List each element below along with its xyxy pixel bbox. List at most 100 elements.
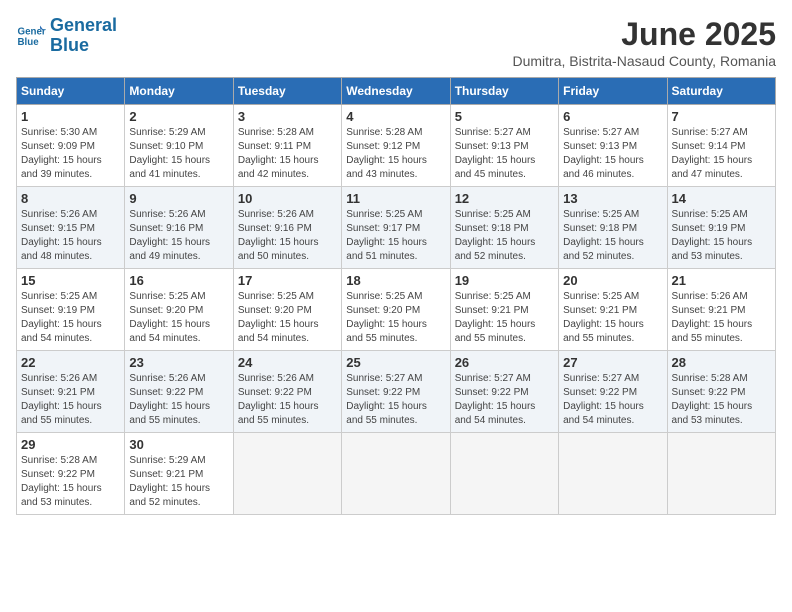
day-info: Sunrise: 5:26 AM Sunset: 9:21 PM Dayligh… xyxy=(672,290,771,346)
day-info: Sunrise: 5:25 AM Sunset: 9:18 PM Dayligh… xyxy=(563,208,662,264)
calendar-day-cell: 6 Sunrise: 5:27 AM Sunset: 9:13 PM Daylig… xyxy=(559,105,667,187)
day-info: Sunrise: 5:25 AM Sunset: 9:21 PM Dayligh… xyxy=(563,290,662,346)
header-day-thursday: Thursday xyxy=(450,78,558,105)
day-number: 22 xyxy=(21,355,120,370)
calendar-day-cell: 5 Sunrise: 5:27 AM Sunset: 9:13 PM Daylig… xyxy=(450,105,558,187)
calendar-day-cell: 18 Sunrise: 5:25 AM Sunset: 9:20 PM Dayli… xyxy=(342,269,450,351)
empty-day-cell xyxy=(667,433,775,515)
calendar-day-cell: 23Sunrise: 5:26 AM Sunset: 9:22 PM Dayli… xyxy=(125,351,233,433)
empty-day-cell xyxy=(233,433,341,515)
day-number: 30 xyxy=(129,437,228,452)
calendar-day-cell: 11Sunrise: 5:25 AM Sunset: 9:17 PM Dayli… xyxy=(342,187,450,269)
calendar-day-cell: 10 Sunrise: 5:26 AM Sunset: 9:16 PM Dayli… xyxy=(233,187,341,269)
day-info: Sunrise: 5:27 AM Sunset: 9:22 PM Dayligh… xyxy=(346,372,445,428)
day-number: 11 xyxy=(346,191,445,206)
header-day-friday: Friday xyxy=(559,78,667,105)
calendar-day-cell: 28 Sunrise: 5:28 AM Sunset: 9:22 PM Dayli… xyxy=(667,351,775,433)
day-info: Sunrise: 5:25 AM Sunset: 9:18 PM Dayligh… xyxy=(455,208,554,264)
logo-icon: General Blue xyxy=(16,21,46,51)
day-info: Sunrise: 5:26 AM Sunset: 9:22 PM Dayligh… xyxy=(238,372,337,428)
day-number: 23 xyxy=(129,355,228,370)
day-number: 5 xyxy=(455,109,554,124)
calendar-day-cell: 25 Sunrise: 5:27 AM Sunset: 9:22 PM Dayli… xyxy=(342,351,450,433)
calendar-day-cell: 7 Sunrise: 5:27 AM Sunset: 9:14 PM Daylig… xyxy=(667,105,775,187)
calendar-day-cell: 14Sunrise: 5:25 AM Sunset: 9:19 PM Dayli… xyxy=(667,187,775,269)
calendar-day-cell: 17Sunrise: 5:25 AM Sunset: 9:20 PM Dayli… xyxy=(233,269,341,351)
day-number: 10 xyxy=(238,191,337,206)
day-info: Sunrise: 5:27 AM Sunset: 9:13 PM Dayligh… xyxy=(455,126,554,182)
day-info: Sunrise: 5:28 AM Sunset: 9:12 PM Dayligh… xyxy=(346,126,445,182)
calendar-day-cell: 4 Sunrise: 5:28 AM Sunset: 9:12 PM Daylig… xyxy=(342,105,450,187)
day-info: Sunrise: 5:27 AM Sunset: 9:22 PM Dayligh… xyxy=(455,372,554,428)
calendar-week-row: 29 Sunrise: 5:28 AM Sunset: 9:22 PM Dayli… xyxy=(17,433,776,515)
svg-text:Blue: Blue xyxy=(18,37,40,48)
day-number: 15 xyxy=(21,273,120,288)
day-number: 20 xyxy=(563,273,662,288)
header-day-sunday: Sunday xyxy=(17,78,125,105)
day-number: 26 xyxy=(455,355,554,370)
day-info: Sunrise: 5:28 AM Sunset: 9:22 PM Dayligh… xyxy=(672,372,771,428)
day-info: Sunrise: 5:27 AM Sunset: 9:14 PM Dayligh… xyxy=(672,126,771,182)
header-day-monday: Monday xyxy=(125,78,233,105)
month-year-title: June 2025 xyxy=(512,16,776,53)
day-number: 29 xyxy=(21,437,120,452)
empty-day-cell xyxy=(342,433,450,515)
day-info: Sunrise: 5:26 AM Sunset: 9:21 PM Dayligh… xyxy=(21,372,120,428)
header-day-saturday: Saturday xyxy=(667,78,775,105)
calendar-day-cell: 27 Sunrise: 5:27 AM Sunset: 9:22 PM Dayli… xyxy=(559,351,667,433)
day-number: 19 xyxy=(455,273,554,288)
day-info: Sunrise: 5:29 AM Sunset: 9:21 PM Dayligh… xyxy=(129,454,228,510)
day-number: 4 xyxy=(346,109,445,124)
day-info: Sunrise: 5:27 AM Sunset: 9:22 PM Dayligh… xyxy=(563,372,662,428)
day-number: 27 xyxy=(563,355,662,370)
calendar-day-cell: 29 Sunrise: 5:28 AM Sunset: 9:22 PM Dayli… xyxy=(17,433,125,515)
calendar-day-cell: 19Sunrise: 5:25 AM Sunset: 9:21 PM Dayli… xyxy=(450,269,558,351)
calendar-day-cell: 1 Sunrise: 5:30 AM Sunset: 9:09 PM Daylig… xyxy=(17,105,125,187)
day-number: 24 xyxy=(238,355,337,370)
calendar-week-row: 1 Sunrise: 5:30 AM Sunset: 9:09 PM Daylig… xyxy=(17,105,776,187)
calendar-day-cell: 2Sunrise: 5:29 AM Sunset: 9:10 PM Daylig… xyxy=(125,105,233,187)
calendar-day-cell: 12 Sunrise: 5:25 AM Sunset: 9:18 PM Dayli… xyxy=(450,187,558,269)
calendar-day-cell: 15 Sunrise: 5:25 AM Sunset: 9:19 PM Dayli… xyxy=(17,269,125,351)
day-number: 18 xyxy=(346,273,445,288)
day-info: Sunrise: 5:25 AM Sunset: 9:19 PM Dayligh… xyxy=(21,290,120,346)
calendar-day-cell: 3 Sunrise: 5:28 AM Sunset: 9:11 PM Daylig… xyxy=(233,105,341,187)
day-number: 16 xyxy=(129,273,228,288)
day-info: Sunrise: 5:27 AM Sunset: 9:13 PM Dayligh… xyxy=(563,126,662,182)
day-number: 12 xyxy=(455,191,554,206)
page-header: General Blue General Blue June 2025 Dumi… xyxy=(16,16,776,69)
calendar-day-cell: 16 Sunrise: 5:25 AM Sunset: 9:20 PM Dayli… xyxy=(125,269,233,351)
day-info: Sunrise: 5:25 AM Sunset: 9:20 PM Dayligh… xyxy=(346,290,445,346)
calendar-table: SundayMondayTuesdayWednesdayThursdayFrid… xyxy=(16,77,776,515)
day-number: 17 xyxy=(238,273,337,288)
day-info: Sunrise: 5:26 AM Sunset: 9:16 PM Dayligh… xyxy=(238,208,337,264)
day-number: 1 xyxy=(21,109,120,124)
day-number: 6 xyxy=(563,109,662,124)
day-info: Sunrise: 5:26 AM Sunset: 9:15 PM Dayligh… xyxy=(21,208,120,264)
day-info: Sunrise: 5:30 AM Sunset: 9:09 PM Dayligh… xyxy=(21,126,120,182)
calendar-day-cell: 30 Sunrise: 5:29 AM Sunset: 9:21 PM Dayli… xyxy=(125,433,233,515)
logo-text-line2: Blue xyxy=(50,36,117,56)
day-number: 2 xyxy=(129,109,228,124)
day-info: Sunrise: 5:25 AM Sunset: 9:20 PM Dayligh… xyxy=(129,290,228,346)
calendar-day-cell: 20 Sunrise: 5:25 AM Sunset: 9:21 PM Dayli… xyxy=(559,269,667,351)
header-day-tuesday: Tuesday xyxy=(233,78,341,105)
day-number: 3 xyxy=(238,109,337,124)
empty-day-cell xyxy=(450,433,558,515)
day-number: 7 xyxy=(672,109,771,124)
day-number: 28 xyxy=(672,355,771,370)
day-info: Sunrise: 5:26 AM Sunset: 9:16 PM Dayligh… xyxy=(129,208,228,264)
day-number: 25 xyxy=(346,355,445,370)
logo-text-line1: General xyxy=(50,16,117,36)
calendar-week-row: 22 Sunrise: 5:26 AM Sunset: 9:21 PM Dayli… xyxy=(17,351,776,433)
day-number: 13 xyxy=(563,191,662,206)
day-info: Sunrise: 5:28 AM Sunset: 9:11 PM Dayligh… xyxy=(238,126,337,182)
day-info: Sunrise: 5:28 AM Sunset: 9:22 PM Dayligh… xyxy=(21,454,120,510)
calendar-header-row: SundayMondayTuesdayWednesdayThursdayFrid… xyxy=(17,78,776,105)
calendar-day-cell: 13 Sunrise: 5:25 AM Sunset: 9:18 PM Dayli… xyxy=(559,187,667,269)
calendar-week-row: 15 Sunrise: 5:25 AM Sunset: 9:19 PM Dayli… xyxy=(17,269,776,351)
header-day-wednesday: Wednesday xyxy=(342,78,450,105)
calendar-day-cell: 8Sunrise: 5:26 AM Sunset: 9:15 PM Daylig… xyxy=(17,187,125,269)
day-info: Sunrise: 5:25 AM Sunset: 9:19 PM Dayligh… xyxy=(672,208,771,264)
calendar-day-cell: 9Sunrise: 5:26 AM Sunset: 9:16 PM Daylig… xyxy=(125,187,233,269)
